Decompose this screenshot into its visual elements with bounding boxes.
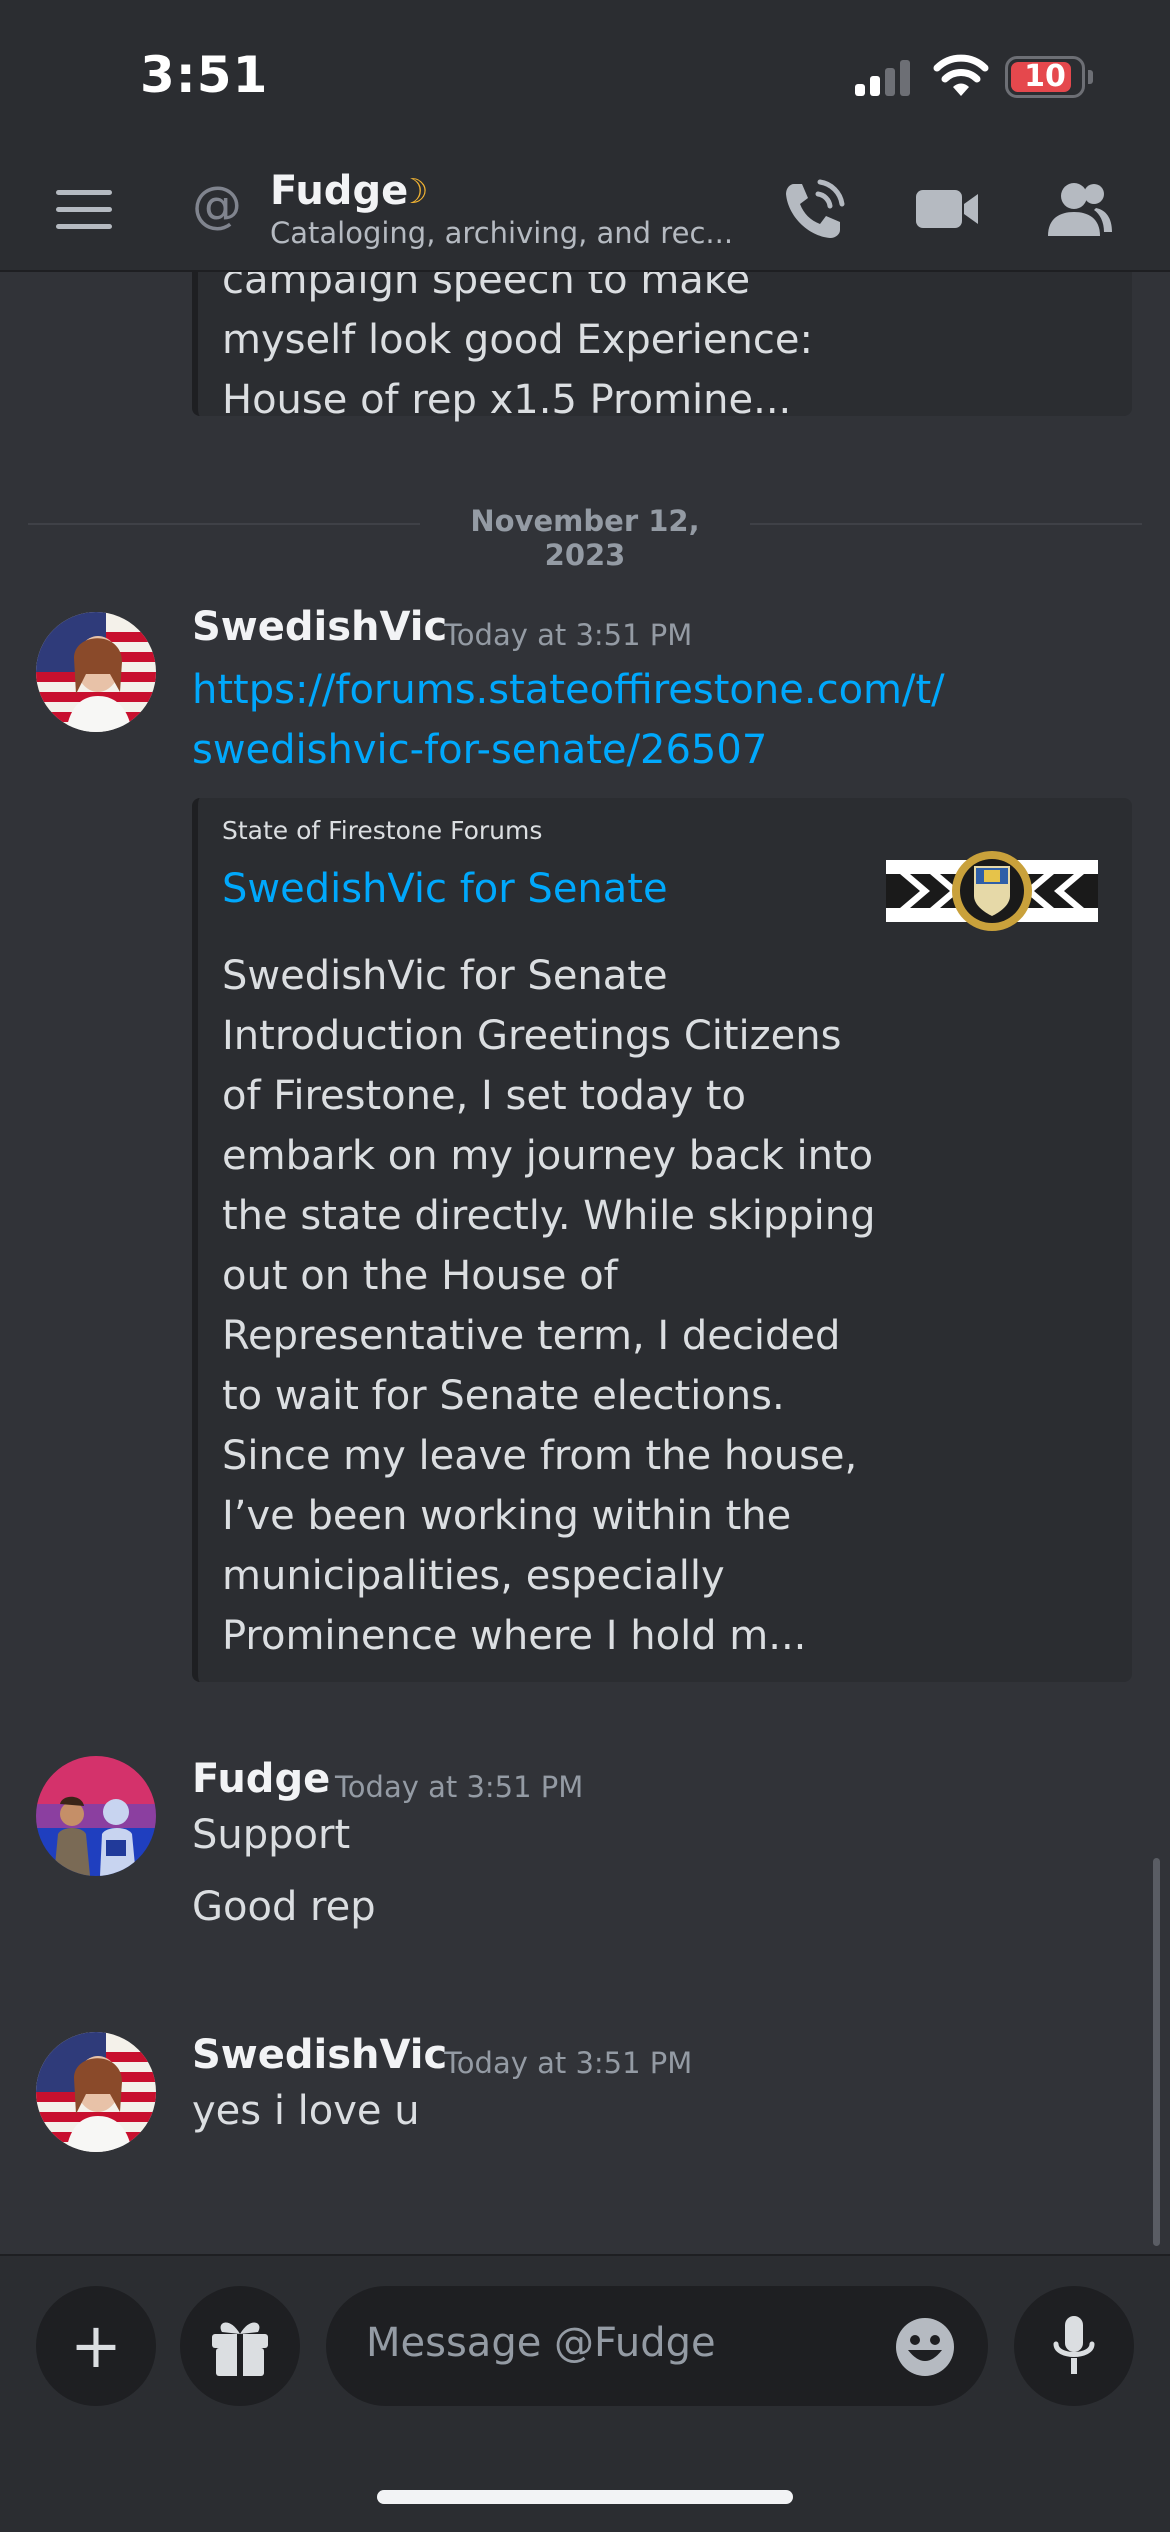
video-call-icon[interactable] bbox=[912, 174, 982, 244]
menu-icon[interactable] bbox=[56, 188, 112, 232]
emoji-icon[interactable] bbox=[894, 2316, 956, 2378]
message-text: yes i love u bbox=[192, 2088, 420, 2134]
scrollbar[interactable] bbox=[1153, 1858, 1160, 2246]
embed-description-line: out on the House of bbox=[222, 1253, 618, 1299]
message-input-placeholder: Message @Fudge bbox=[366, 2320, 716, 2366]
previous-embed-line: myself look good Experience: bbox=[222, 317, 813, 363]
gift-button[interactable] bbox=[180, 2286, 300, 2406]
battery-tip bbox=[1088, 70, 1093, 84]
channel-subtitle[interactable]: Cataloging, archiving, and rec... bbox=[270, 216, 733, 250]
home-indicator[interactable] bbox=[377, 2490, 793, 2504]
embed-provider[interactable]: State of Firestone Forums bbox=[222, 816, 542, 845]
embed-thumbnail-logo[interactable] bbox=[886, 850, 1098, 932]
message-timestamp: Today at 3:51 PM bbox=[444, 2046, 693, 2080]
dm-screen: 3:51 10 @ Fudge ☽ Cataloging, archiving,… bbox=[0, 0, 1170, 2532]
embed-title[interactable]: SwedishVic for Senate bbox=[222, 866, 668, 912]
date-divider: November 12, 2023 bbox=[470, 504, 700, 572]
embed-description-line: the state directly. While skipping bbox=[222, 1193, 876, 1239]
embed-description-line: SwedishVic for Senate bbox=[222, 953, 668, 999]
microphone-icon bbox=[1053, 2316, 1095, 2374]
message-timestamp: Today at 3:51 PM bbox=[335, 1770, 584, 1804]
date-divider-line bbox=[28, 523, 420, 525]
status-bar: 3:51 10 bbox=[0, 0, 1170, 150]
link-line[interactable]: https://forums.stateoffirestone.com/t/ bbox=[192, 660, 945, 720]
embed-description: SwedishVic for Senate Introduction Greet… bbox=[222, 946, 875, 1666]
date-divider-line bbox=[750, 523, 1142, 525]
previous-embed[interactable]: campaign speech to make myself look good… bbox=[192, 272, 1132, 423]
embed-description-line: of Firestone, I set today to bbox=[222, 1073, 747, 1119]
message-author[interactable]: SwedishVic bbox=[192, 2032, 447, 2078]
embed-description-line: Representative term, I decided bbox=[222, 1313, 841, 1359]
battery-level: 10 bbox=[1024, 59, 1066, 94]
plus-icon: + bbox=[70, 2309, 122, 2382]
wifi-icon bbox=[933, 54, 989, 96]
previous-embed-line: House of rep x1.5 Promine... bbox=[222, 377, 792, 423]
message-input[interactable]: Message @Fudge bbox=[326, 2286, 988, 2406]
message-timestamp: Today at 3:51 PM bbox=[444, 618, 693, 652]
embed-description-line: to wait for Senate elections. bbox=[222, 1373, 785, 1419]
avatar[interactable] bbox=[36, 1756, 156, 1876]
battery-icon: 10 bbox=[1005, 56, 1085, 98]
voice-call-icon[interactable] bbox=[780, 174, 850, 244]
message-link[interactable]: https://forums.stateoffirestone.com/t/ s… bbox=[192, 660, 945, 780]
avatar[interactable] bbox=[36, 2032, 156, 2152]
embed-description-line: Introduction Greetings Citizens bbox=[222, 1013, 842, 1059]
link-line[interactable]: swedishvic-for-senate/26507 bbox=[192, 720, 945, 780]
status-time: 3:51 bbox=[140, 46, 269, 104]
message-text: Support bbox=[192, 1812, 351, 1858]
message-author[interactable]: SwedishVic bbox=[192, 604, 447, 650]
message-text: Good rep bbox=[192, 1884, 376, 1930]
cellular-signal-icon bbox=[855, 60, 915, 96]
at-icon: @ bbox=[192, 176, 242, 234]
gift-icon bbox=[212, 2322, 268, 2376]
message-list[interactable]: campaign speech to make myself look good… bbox=[0, 272, 1170, 2254]
avatar[interactable] bbox=[36, 612, 156, 732]
message-author[interactable]: Fudge bbox=[192, 1756, 330, 1802]
embed-description-line: embark on my journey back into bbox=[222, 1133, 874, 1179]
channel-header: @ Fudge ☽ Cataloging, archiving, and rec… bbox=[0, 150, 1170, 272]
idle-status-icon: ☽ bbox=[398, 172, 429, 212]
previous-embed-line: campaign speech to make bbox=[222, 272, 751, 303]
embed-description-line: Since my leave from the house, bbox=[222, 1433, 858, 1479]
embed-description-line: Prominence where I hold m... bbox=[222, 1613, 807, 1659]
members-icon[interactable] bbox=[1044, 174, 1114, 244]
add-attachment-button[interactable]: + bbox=[36, 2286, 156, 2406]
embed-description-line: I’ve been working within the bbox=[222, 1493, 792, 1539]
voice-message-button[interactable] bbox=[1014, 2286, 1134, 2406]
link-embed[interactable]: State of Firestone Forums SwedishVic for… bbox=[192, 798, 1132, 1682]
channel-name[interactable]: Fudge bbox=[270, 168, 408, 214]
embed-description-line: municipalities, especially bbox=[222, 1553, 725, 1599]
